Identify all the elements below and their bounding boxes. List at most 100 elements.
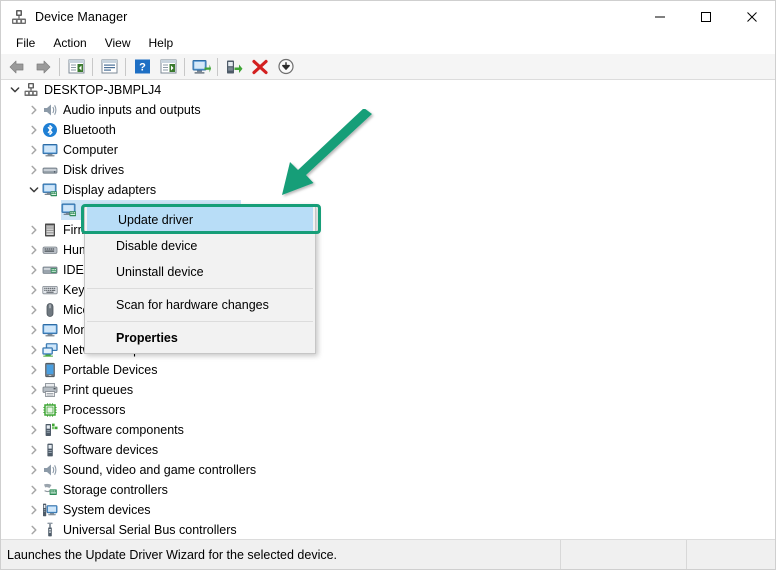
chevron-right-icon[interactable]: [26, 100, 42, 120]
ide-controller-icon: [42, 262, 58, 278]
chevron-right-icon[interactable]: [26, 460, 42, 480]
software-component-icon: [42, 422, 58, 438]
tree-node-audio-inputs-and-outputs[interactable]: Audio inputs and outputs: [1, 100, 775, 120]
chevron-right-icon[interactable]: [26, 380, 42, 400]
uninstall-device-icon[interactable]: [248, 56, 272, 78]
chevron-right-icon[interactable]: [26, 120, 42, 140]
toolbar-separator: [59, 57, 60, 76]
tree-node-storage-controllers[interactable]: Storage controllers: [1, 480, 775, 500]
tree-node-system-devices[interactable]: System devices: [1, 500, 775, 520]
menu-action[interactable]: Action: [44, 34, 95, 52]
tree-node-label: Storage controllers: [63, 483, 168, 497]
chevron-right-icon[interactable]: [26, 400, 42, 420]
disk-drive-icon: [42, 162, 58, 178]
chevron-right-icon[interactable]: [26, 360, 42, 380]
toolbar-separator: [125, 57, 126, 76]
speaker-icon: [42, 462, 58, 478]
tree-node-label: Display adapters: [63, 183, 157, 197]
processor-icon: [42, 402, 58, 418]
back-icon[interactable]: [5, 56, 29, 78]
monitor-icon: [42, 322, 58, 338]
display-adapter-icon: [61, 202, 77, 218]
scan-for-hardware-changes-icon[interactable]: [189, 56, 213, 78]
forward-icon[interactable]: [31, 56, 55, 78]
title-bar: Device Manager: [1, 1, 775, 32]
tree-node-desktop-jbmplj4[interactable]: DESKTOP-JBMPLJ4: [1, 80, 775, 100]
system-device-icon: [42, 502, 58, 518]
menu-help[interactable]: Help: [140, 34, 183, 52]
chevron-right-icon[interactable]: [26, 220, 42, 240]
tree-node-computer[interactable]: Computer: [1, 140, 775, 160]
display-adapter-icon: [42, 182, 58, 198]
help-icon[interactable]: ?: [130, 56, 154, 78]
tree-node-software-components[interactable]: Software components: [1, 420, 775, 440]
tree-node-label: Print queues: [63, 383, 134, 397]
update-driver-icon[interactable]: [222, 56, 246, 78]
toolbar-separator: [184, 57, 185, 76]
chevron-right-icon[interactable]: [26, 280, 42, 300]
chevron-down-icon[interactable]: [26, 180, 42, 200]
tree-node-software-devices[interactable]: Software devices: [1, 440, 775, 460]
context-menu-disable-device[interactable]: Disable device: [85, 233, 315, 259]
tree-node-bluetooth[interactable]: Bluetooth: [1, 120, 775, 140]
tree-node-portable-devices[interactable]: Portable Devices: [1, 360, 775, 380]
tree-node-universal-serial-bus-controllers[interactable]: Universal Serial Bus controllers: [1, 520, 775, 539]
tree-node-disk-drives[interactable]: Disk drives: [1, 160, 775, 180]
context-menu-item-label: Disable device: [116, 239, 198, 253]
context-menu-uninstall-device[interactable]: Uninstall device: [85, 259, 315, 285]
show-hide-console-tree-icon[interactable]: [64, 56, 88, 78]
tree-node-label: Universal Serial Bus controllers: [63, 523, 237, 537]
portable-device-icon: [42, 362, 58, 378]
context-menu-scan-for-hardware-changes[interactable]: Scan for hardware changes: [85, 292, 315, 318]
chevron-right-icon[interactable]: [26, 420, 42, 440]
context-menu-separator: [87, 321, 313, 322]
chevron-right-icon[interactable]: [26, 300, 42, 320]
tree-node-processors[interactable]: Processors: [1, 400, 775, 420]
tree-node-print-queues[interactable]: Print queues: [1, 380, 775, 400]
keyboard-icon: [42, 282, 58, 298]
menu-view[interactable]: View: [96, 34, 140, 52]
maximize-button[interactable]: [683, 1, 729, 32]
tree-node-label: Audio inputs and outputs: [63, 103, 201, 117]
chevron-right-icon[interactable]: [26, 320, 42, 340]
printer-icon: [42, 382, 58, 398]
context-menu-properties[interactable]: Properties: [85, 325, 315, 351]
chevron-right-icon[interactable]: [26, 340, 42, 360]
tree-node-display-adapters[interactable]: Display adapters: [1, 180, 775, 200]
chevron-right-icon[interactable]: [26, 440, 42, 460]
context-menu-update-driver[interactable]: Update driver: [87, 207, 313, 233]
minimize-button[interactable]: [637, 1, 683, 32]
tree-node-label: Processors: [63, 403, 126, 417]
show-hide-action-pane-icon[interactable]: [156, 56, 180, 78]
mouse-icon: [42, 302, 58, 318]
tree-node-label: System devices: [63, 503, 151, 517]
chevron-right-icon[interactable]: [26, 500, 42, 520]
context-menu-separator: [87, 288, 313, 289]
software-device-icon: [42, 442, 58, 458]
context-menu-item-label: Uninstall device: [116, 265, 204, 279]
device-manager-window: Device Manager File Action View Help ? D…: [0, 0, 776, 570]
context-menu-item-label: Scan for hardware changes: [116, 298, 269, 312]
tree-node-label: DESKTOP-JBMPLJ4: [44, 83, 162, 97]
chevron-right-icon[interactable]: [26, 140, 42, 160]
chevron-right-icon[interactable]: [26, 520, 42, 539]
status-bar: Launches the Update Driver Wizard for th…: [1, 539, 775, 569]
window-title: Device Manager: [35, 9, 128, 24]
firmware-icon: [42, 222, 58, 238]
chevron-right-icon[interactable]: [26, 240, 42, 260]
disable-device-icon[interactable]: [274, 56, 298, 78]
tree-node-sound-video-and-game-controllers[interactable]: Sound, video and game controllers: [1, 460, 775, 480]
context-menu[interactable]: Update driver Disable device Uninstall dev…: [84, 204, 316, 354]
chevron-right-icon[interactable]: [26, 160, 42, 180]
properties-icon[interactable]: [97, 56, 121, 78]
usb-icon: [42, 522, 58, 538]
toolbar-separator: [92, 57, 93, 76]
chevron-down-icon[interactable]: [7, 80, 23, 100]
toolbar: ?: [1, 54, 775, 80]
chevron-right-icon[interactable]: [26, 480, 42, 500]
menu-file[interactable]: File: [7, 34, 44, 52]
chevron-right-icon[interactable]: [26, 260, 42, 280]
close-button[interactable]: [729, 1, 775, 32]
context-menu-item-label: Update driver: [118, 213, 194, 227]
